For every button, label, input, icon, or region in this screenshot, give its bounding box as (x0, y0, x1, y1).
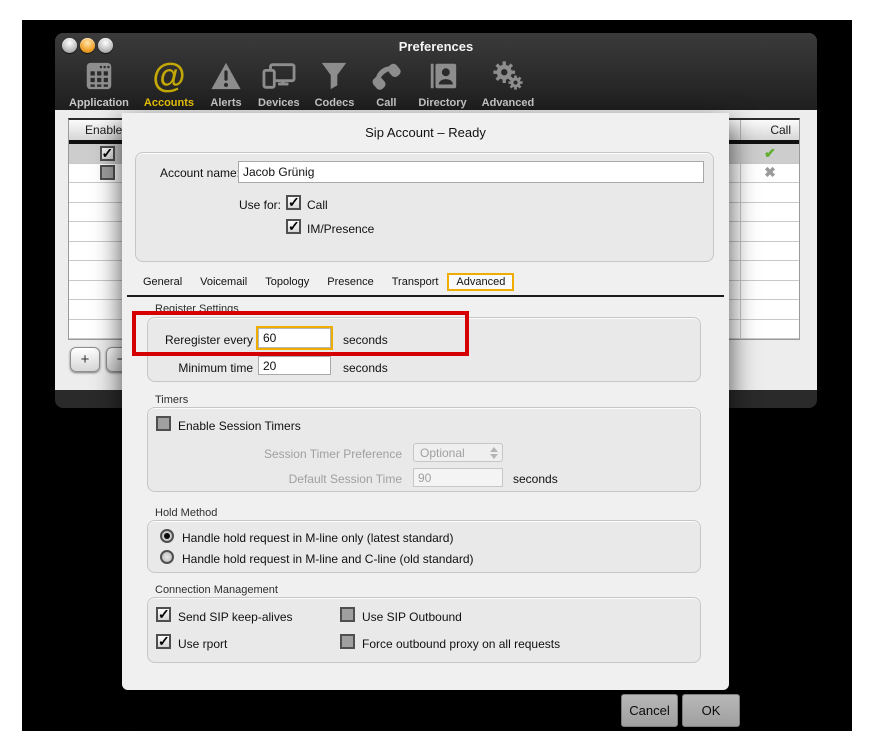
reregister-every-label: Reregister every (154, 333, 253, 347)
call-enabled-icon: ✔ (764, 145, 776, 162)
hold-m-line-only-label: Handle hold request in M-line only (late… (182, 531, 453, 545)
use-for-call-label: Call (307, 198, 328, 212)
reregister-seconds-suffix: seconds (343, 333, 388, 347)
use-for-label: Use for: (196, 198, 281, 212)
dropdown-stepper-icon (490, 447, 498, 459)
alert-triangle-icon (209, 56, 243, 96)
register-section-label: Register Settings (155, 303, 239, 315)
sheet-tab-bar: General Voicemail Topology Presence Tran… (134, 273, 514, 291)
enabled-checkbox[interactable] (100, 165, 115, 180)
add-account-button[interactable]: + (70, 347, 100, 372)
devices-screens-icon (261, 56, 297, 96)
connection-section-label: Connection Management (155, 584, 278, 596)
timers-section-label: Timers (155, 394, 188, 406)
use-for-im-presence-label: IM/Presence (307, 222, 374, 236)
toolbar-item-advanced[interactable]: Advanced (476, 53, 541, 109)
force-outbound-proxy-checkbox[interactable] (340, 634, 355, 649)
force-outbound-proxy-label: Force outbound proxy on all requests (362, 637, 560, 651)
directory-card-icon (427, 56, 459, 96)
timers-groupbox: Enable Session Timers Session Timer Pref… (147, 407, 701, 492)
account-name-input[interactable] (238, 161, 704, 183)
toolbar-label: Directory (418, 97, 466, 109)
application-grid-icon (83, 56, 115, 96)
send-sip-keep-alives-label: Send SIP keep-alives (178, 610, 293, 624)
use-sip-outbound-label: Use SIP Outbound (362, 610, 462, 624)
minimum-time-input[interactable] (258, 356, 331, 375)
call-disabled-icon: ✖ (764, 164, 776, 181)
connection-groupbox: Send SIP keep-alives Use SIP Outbound Us… (147, 597, 701, 663)
enable-session-timers-label: Enable Session Timers (178, 419, 301, 433)
toolbar-label: Devices (258, 97, 300, 109)
reregister-every-input[interactable] (258, 328, 331, 348)
toolbar-item-devices[interactable]: Devices (252, 53, 306, 109)
use-rport-label: Use rport (178, 637, 227, 651)
cancel-button[interactable]: Cancel (621, 694, 678, 727)
toolbar-label: Advanced (482, 97, 535, 109)
toolbar-label: Application (69, 97, 129, 109)
toolbar-label: Call (376, 97, 396, 109)
default-session-time-label: Default Session Time (148, 472, 402, 486)
use-for-im-presence-checkbox[interactable] (286, 219, 301, 234)
dropdown-value: Optional (420, 446, 465, 460)
screenshot-backdrop: Preferences Application @ Accounts (22, 20, 852, 731)
tab-transport[interactable]: Transport (383, 273, 448, 291)
toolbar-item-application[interactable]: Application (63, 53, 135, 109)
call-handset-icon (369, 56, 403, 96)
session-timer-preference-dropdown[interactable]: Optional (413, 443, 503, 462)
accounts-at-icon: @ (152, 56, 185, 96)
zoom-button[interactable] (98, 38, 113, 53)
account-name-label: Account name: (150, 166, 240, 180)
ok-button[interactable]: OK (682, 694, 740, 727)
send-sip-keep-alives-checkbox[interactable] (156, 607, 171, 622)
tab-voicemail[interactable]: Voicemail (191, 273, 256, 291)
toolbar-item-directory[interactable]: Directory (412, 53, 472, 109)
codecs-funnel-icon (318, 56, 350, 96)
sheet-title: Sip Account – Ready (122, 125, 729, 140)
preferences-toolbar: Application @ Accounts Alerts Dev (63, 53, 540, 109)
tab-presence[interactable]: Presence (318, 273, 382, 291)
toolbar-item-alerts[interactable]: Alerts (203, 53, 249, 109)
column-header-call[interactable]: Call (741, 120, 799, 140)
session-timer-preference-label: Session Timer Preference (148, 447, 402, 461)
toolbar-label: Codecs (315, 97, 355, 109)
tab-underline (127, 295, 724, 297)
use-sip-outbound-checkbox[interactable] (340, 607, 355, 622)
use-for-call-checkbox[interactable] (286, 195, 301, 210)
close-button[interactable] (62, 38, 77, 53)
minimum-time-label: Minimum time (154, 361, 253, 375)
toolbar-item-accounts[interactable]: @ Accounts (138, 53, 200, 109)
account-groupbox: Account name: Use for: Call IM/Presence (135, 152, 714, 262)
sip-account-sheet: Sip Account – Ready Account name: Use fo… (122, 113, 729, 690)
minimize-button[interactable] (80, 38, 95, 53)
enable-session-timers-checkbox[interactable] (156, 416, 171, 431)
hold-m-and-c-line-radio[interactable] (160, 550, 174, 564)
register-groupbox: Reregister every seconds Minimum time se… (147, 317, 701, 382)
hold-m-and-c-line-label: Handle hold request in M-line and C-line… (182, 552, 474, 566)
default-session-time-input[interactable] (413, 468, 503, 487)
minimum-seconds-suffix: seconds (343, 361, 388, 375)
tab-advanced[interactable]: Advanced (447, 273, 514, 291)
enabled-checkbox[interactable] (100, 146, 115, 161)
toolbar-item-codecs[interactable]: Codecs (309, 53, 361, 109)
toolbar-item-call[interactable]: Call (363, 53, 409, 109)
tab-general[interactable]: General (134, 273, 191, 291)
toolbar-label: Alerts (210, 97, 241, 109)
hold-section-label: Hold Method (155, 507, 217, 519)
hold-m-line-only-radio[interactable] (160, 529, 174, 543)
toolbar-label: Accounts (144, 97, 194, 109)
advanced-gears-icon (491, 56, 525, 96)
tab-topology[interactable]: Topology (256, 273, 318, 291)
session-seconds-suffix: seconds (513, 472, 558, 486)
hold-groupbox: Handle hold request in M-line only (late… (147, 520, 701, 573)
window-title: Preferences (55, 39, 817, 54)
use-rport-checkbox[interactable] (156, 634, 171, 649)
window-titlebar: Preferences Application @ Accounts (55, 33, 817, 110)
